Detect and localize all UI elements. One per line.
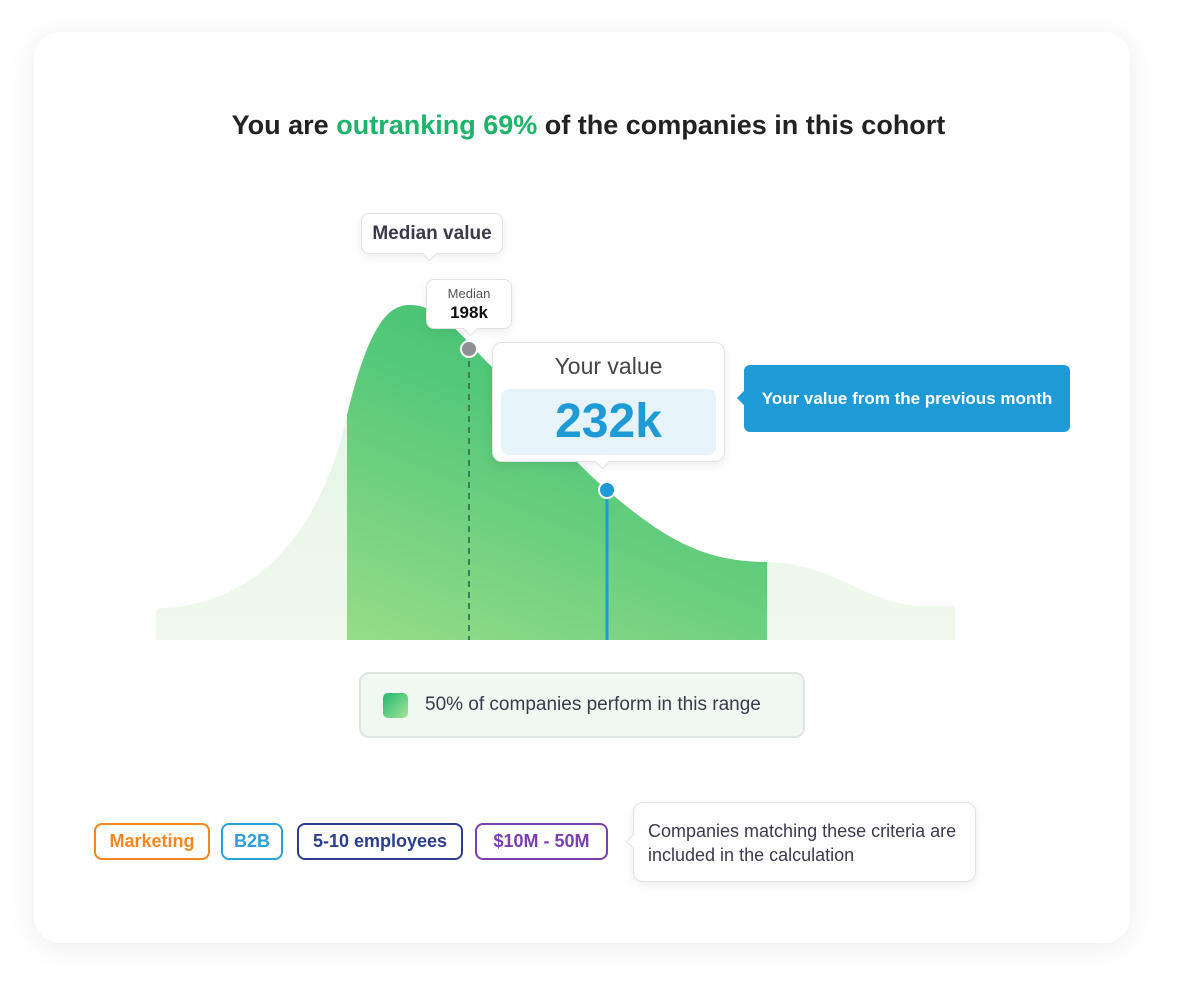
your-value-point [598,481,616,499]
tag-business-model[interactable]: B2B [221,823,283,860]
median-value: 198k [450,303,488,322]
tag-industry[interactable]: Marketing [94,823,210,860]
criteria-note: Companies matching these criteria are in… [633,802,976,882]
range-legend: 50% of companies perform in this range [359,672,805,738]
tag-company-size[interactable]: 5-10 employees [297,823,463,860]
tag-revenue[interactable]: $10M - 50M [475,823,608,860]
median-annotation: Median value [361,213,503,254]
range-legend-label: 50% of companies perform in this range [425,694,761,715]
range-swatch-icon [383,692,408,718]
median-tooltip: Median 198k [426,279,512,329]
your-value-tooltip: Your value 232k [492,342,725,462]
your-value-label: Your value [554,353,663,379]
your-value-number: 232k [501,389,716,455]
median-point [460,340,478,358]
median-label: Median [447,286,491,301]
previous-month-callout: Your value from the previous month [744,365,1070,432]
